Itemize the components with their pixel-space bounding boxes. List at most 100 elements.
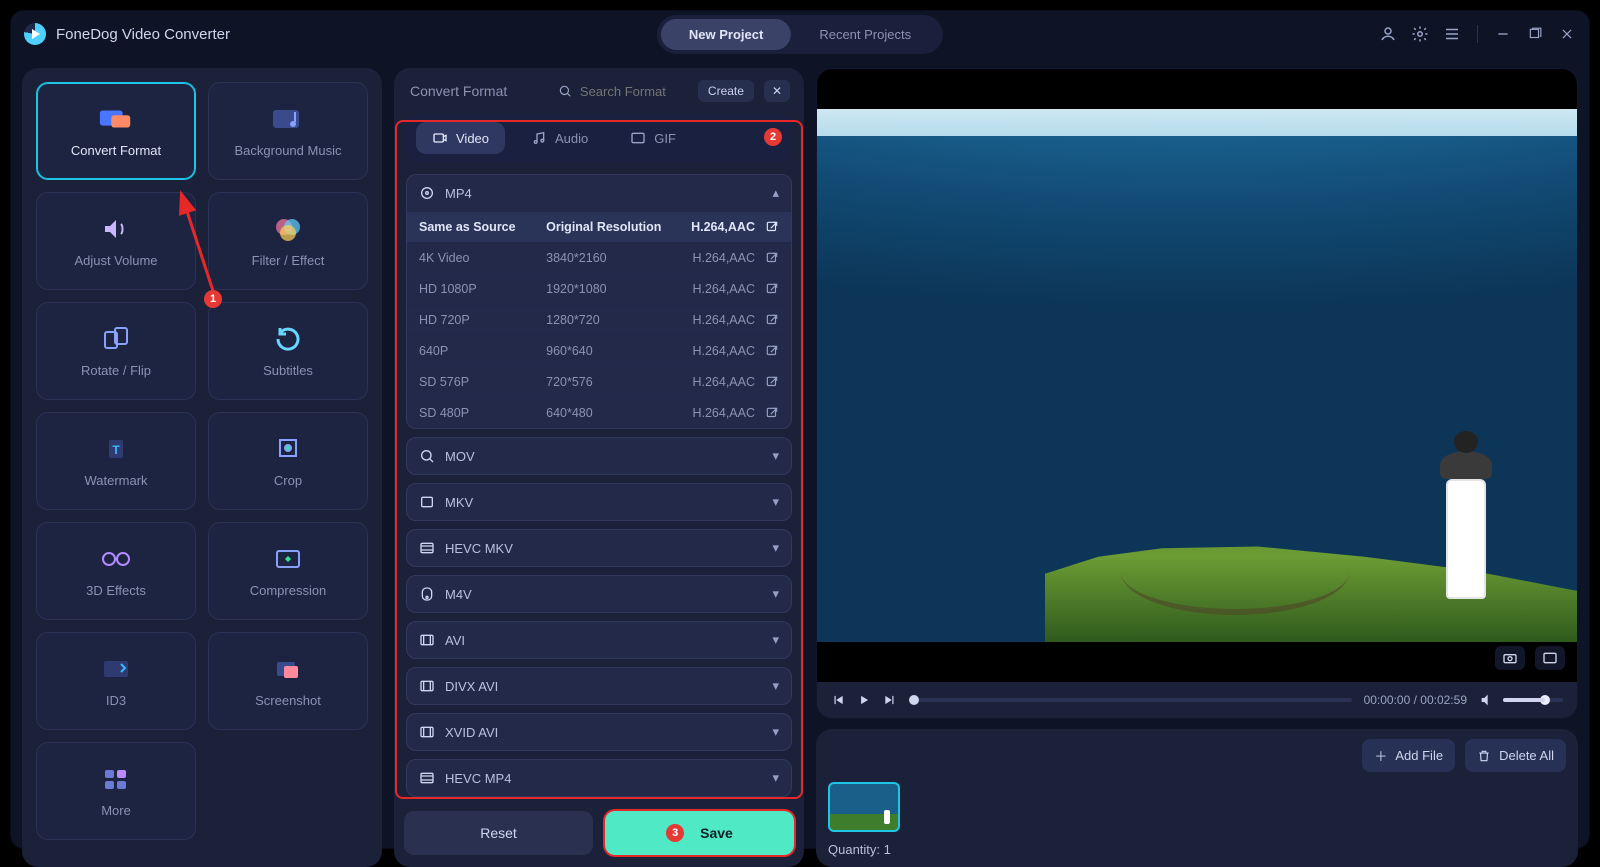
video-preview[interactable] bbox=[817, 69, 1577, 682]
mp4-presets: Same as Source Original Resolution H.264… bbox=[407, 211, 791, 428]
format-mp4-header[interactable]: MP4 ▴ bbox=[407, 175, 791, 211]
lighthouse-graphic bbox=[1446, 479, 1486, 599]
preset-row[interactable]: HD 1080P1920*1080H.264,AAC bbox=[407, 273, 791, 304]
watermark-icon: T bbox=[98, 435, 134, 463]
open-external-icon[interactable] bbox=[765, 344, 779, 358]
tile-background-music[interactable]: Background Music bbox=[208, 82, 368, 180]
tab-gif[interactable]: GIF bbox=[614, 122, 692, 154]
chevron-down-icon: ▾ bbox=[772, 586, 779, 602]
preset-row[interactable]: 640P960*640H.264,AAC bbox=[407, 335, 791, 366]
quantity-label: Quantity: bbox=[828, 842, 880, 857]
preset-res: 720*576 bbox=[546, 375, 664, 389]
preset-row[interactable]: SD 480P640*480H.264,AAC bbox=[407, 397, 791, 428]
tile-id3[interactable]: ID3 bbox=[36, 632, 196, 730]
next-icon[interactable] bbox=[883, 693, 897, 707]
tile-subtitles[interactable]: Subtitles bbox=[208, 302, 368, 400]
preset-codec: H.264,AAC bbox=[664, 375, 755, 389]
tile-more[interactable]: More bbox=[36, 742, 196, 840]
add-file-button[interactable]: ＋ Add File bbox=[1362, 739, 1455, 772]
path-graphic bbox=[1121, 509, 1349, 616]
tile-label: Compression bbox=[250, 583, 327, 598]
volume-bar[interactable] bbox=[1503, 698, 1563, 702]
format-film-icon bbox=[419, 185, 435, 201]
settings-icon[interactable] bbox=[1411, 25, 1429, 43]
tile-3d-effects[interactable]: 3D Effects bbox=[36, 522, 196, 620]
fullscreen-icon[interactable] bbox=[1535, 646, 1565, 670]
tile-rotate-flip[interactable]: Rotate / Flip bbox=[36, 302, 196, 400]
tile-label: Watermark bbox=[84, 473, 147, 488]
progress-bar[interactable] bbox=[909, 698, 1352, 702]
open-external-icon[interactable] bbox=[765, 375, 779, 389]
account-icon[interactable] bbox=[1379, 25, 1397, 43]
save-button[interactable]: 3 Save bbox=[605, 811, 794, 855]
preset-res: 3840*2160 bbox=[546, 251, 664, 265]
tile-screenshot[interactable]: Screenshot bbox=[208, 632, 368, 730]
search-icon bbox=[558, 84, 572, 98]
open-external-icon[interactable] bbox=[765, 220, 779, 234]
minimize-icon[interactable] bbox=[1494, 25, 1512, 43]
tab-video[interactable]: Video bbox=[416, 122, 505, 154]
format-mov[interactable]: MOV▾ bbox=[406, 437, 792, 475]
format-m4v[interactable]: M4V▾ bbox=[406, 575, 792, 613]
tile-crop[interactable]: Crop bbox=[208, 412, 368, 510]
format-avi[interactable]: AVI▾ bbox=[406, 621, 792, 659]
format-divx-avi[interactable]: DIVX AVI▾ bbox=[406, 667, 792, 705]
progress-thumb[interactable] bbox=[909, 695, 919, 705]
add-file-label: Add File bbox=[1395, 748, 1443, 763]
tile-compression[interactable]: Compression bbox=[208, 522, 368, 620]
preset-row[interactable]: 4K Video3840*2160H.264,AAC bbox=[407, 242, 791, 273]
create-format-button[interactable]: Create bbox=[698, 80, 754, 102]
preset-label: SD 480P bbox=[419, 406, 546, 420]
hamburger-icon[interactable] bbox=[1443, 25, 1461, 43]
convert-format-panel: Convert Format Create ✕ Video Audio bbox=[394, 68, 804, 867]
tile-filter-effect[interactable]: Filter / Effect bbox=[208, 192, 368, 290]
tile-adjust-volume[interactable]: Adjust Volume bbox=[36, 192, 196, 290]
preset-label: HD 1080P bbox=[419, 282, 546, 296]
reset-button[interactable]: Reset bbox=[404, 811, 593, 855]
chevron-down-icon: ▾ bbox=[772, 724, 779, 740]
format-hevc-mkv[interactable]: HEVC MKV▾ bbox=[406, 529, 792, 567]
main: Convert Format Background Music Adjust V… bbox=[10, 58, 1590, 849]
preset-row[interactable]: HD 720P1280*720H.264,AAC bbox=[407, 304, 791, 335]
open-external-icon[interactable] bbox=[765, 251, 779, 265]
titlebar: FoneDog Video Converter New Project Rece… bbox=[10, 10, 1590, 58]
play-icon[interactable] bbox=[857, 693, 871, 707]
preset-row[interactable]: Same as Source Original Resolution H.264… bbox=[407, 211, 791, 242]
tab-gif-label: GIF bbox=[654, 131, 676, 146]
preset-res: 640*480 bbox=[546, 406, 664, 420]
annotation-step-2: 2 bbox=[764, 128, 782, 146]
format-type-tabs: Video Audio GIF 2 bbox=[406, 114, 792, 162]
tab-audio[interactable]: Audio bbox=[515, 122, 604, 154]
format-name: MOV bbox=[445, 449, 475, 464]
open-external-icon[interactable] bbox=[765, 313, 779, 327]
delete-all-button[interactable]: Delete All bbox=[1465, 739, 1566, 772]
more-icon bbox=[98, 765, 134, 793]
tab-recent-projects[interactable]: Recent Projects bbox=[791, 19, 939, 50]
search-input[interactable] bbox=[578, 83, 688, 100]
tile-convert-format[interactable]: Convert Format bbox=[36, 82, 196, 180]
prev-icon[interactable] bbox=[831, 693, 845, 707]
preset-row[interactable]: SD 576P720*576H.264,AAC bbox=[407, 366, 791, 397]
volume-control bbox=[1479, 692, 1563, 708]
tile-watermark[interactable]: T Watermark bbox=[36, 412, 196, 510]
snapshot-icon[interactable] bbox=[1495, 646, 1525, 670]
open-external-icon[interactable] bbox=[765, 406, 779, 420]
format-list[interactable]: MP4 ▴ Same as Source Original Resolution… bbox=[404, 172, 794, 799]
maximize-icon[interactable] bbox=[1526, 25, 1544, 43]
quantity-display: Quantity: 1 bbox=[828, 842, 900, 857]
3d-effects-icon bbox=[98, 545, 134, 573]
close-icon[interactable] bbox=[1558, 25, 1576, 43]
preset-codec: H.264,AAC bbox=[664, 220, 755, 234]
volume-icon[interactable] bbox=[1479, 692, 1495, 708]
queue-thumbnail[interactable] bbox=[828, 782, 900, 832]
tab-new-project[interactable]: New Project bbox=[661, 19, 791, 50]
open-external-icon[interactable] bbox=[765, 282, 779, 296]
format-hevc-mp4[interactable]: HEVC MP4▾ bbox=[406, 759, 792, 797]
close-panel-button[interactable]: ✕ bbox=[764, 80, 790, 102]
format-name: MKV bbox=[445, 495, 473, 510]
format-xvid-avi[interactable]: XVID AVI▾ bbox=[406, 713, 792, 751]
format-film-icon bbox=[419, 770, 435, 786]
volume-thumb[interactable] bbox=[1540, 695, 1550, 705]
format-mkv[interactable]: MKV▾ bbox=[406, 483, 792, 521]
quantity-value: 1 bbox=[884, 842, 891, 857]
